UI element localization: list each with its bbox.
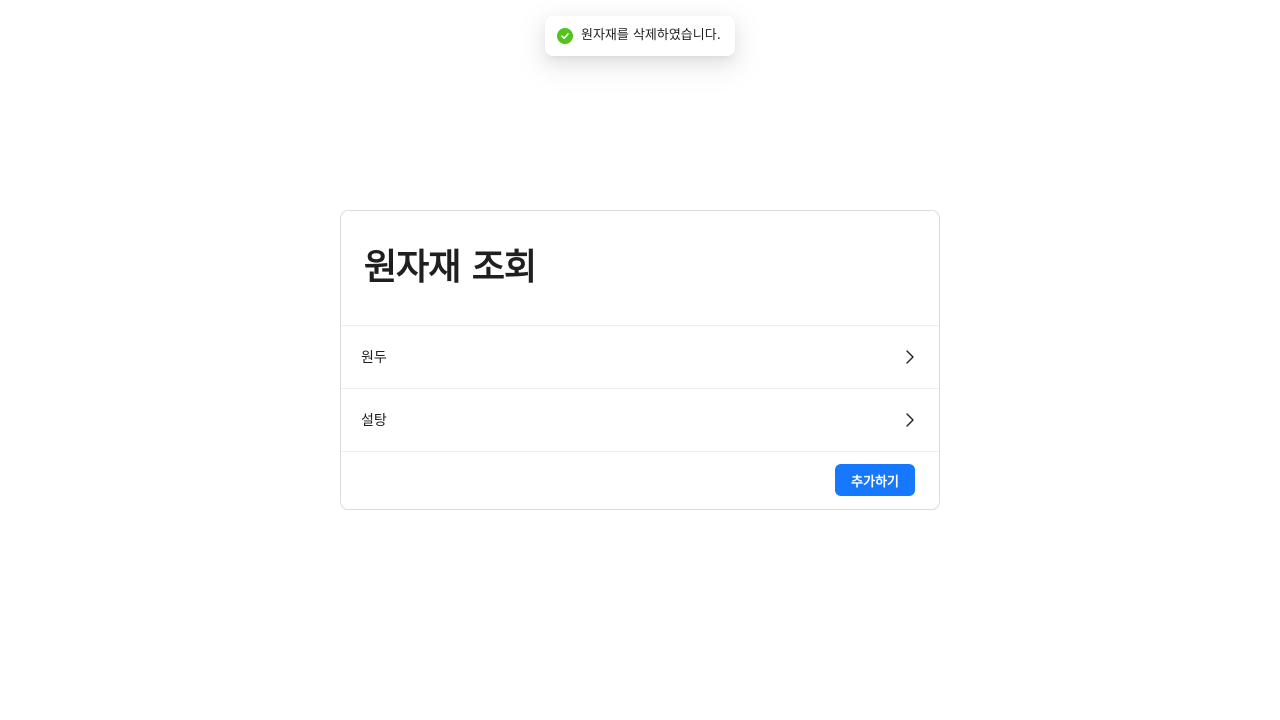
list-item-label: 원두 [361, 350, 387, 366]
card-footer: 추가하기 [341, 452, 939, 509]
list-item-label: 설탕 [361, 413, 387, 429]
page-title: 원자재 조회 [364, 247, 537, 288]
raw-material-card: 원자재 조회 원두 설탕 추가하기 [340, 210, 940, 510]
list-item-sugar[interactable]: 설탕 [341, 389, 939, 452]
toast-message: 원자재를 삭제하였습니다. [581, 28, 721, 43]
chevron-right-icon [903, 350, 917, 364]
chevron-right-icon [903, 413, 917, 427]
add-button[interactable]: 추가하기 [835, 464, 915, 496]
toast-notification: 원자재를 삭제하였습니다. [545, 16, 735, 56]
check-circle-icon [557, 28, 573, 44]
list-item-coffee-bean[interactable]: 원두 [341, 326, 939, 389]
card-header: 원자재 조회 [341, 211, 939, 326]
